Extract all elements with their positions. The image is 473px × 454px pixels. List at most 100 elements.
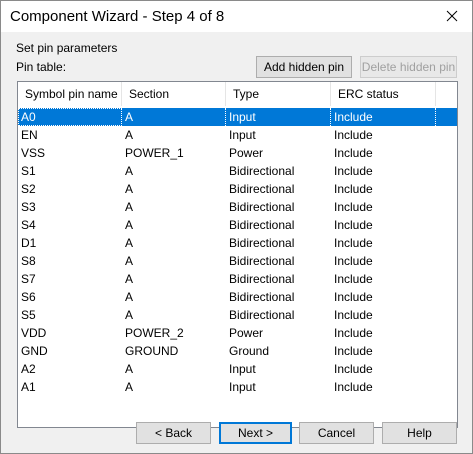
table-row[interactable]: A1 A Input Include <box>18 378 457 396</box>
cell-erc-status[interactable]: Include <box>331 324 436 342</box>
cell-erc-status[interactable]: Include <box>331 288 436 306</box>
table-row[interactable]: VSS POWER_1 Power Include <box>18 144 457 162</box>
table-row[interactable]: S5 A Bidirectional Include <box>18 306 457 324</box>
section-label: Set pin parameters <box>16 41 118 55</box>
cell-section[interactable]: A <box>122 198 226 216</box>
cell-type[interactable]: Input <box>226 126 331 144</box>
cell-erc-status[interactable]: Include <box>331 162 436 180</box>
cell-type[interactable]: Power <box>226 324 331 342</box>
component-wizard-window: Component Wizard - Step 4 of 8 Set pin p… <box>0 0 473 454</box>
cell-section[interactable]: A <box>122 162 226 180</box>
cell-type[interactable]: Bidirectional <box>226 198 331 216</box>
cell-erc-status[interactable]: Include <box>331 108 436 126</box>
delete-hidden-pin-button[interactable]: Delete hidden pin <box>360 56 457 78</box>
cell-erc-status[interactable]: Include <box>331 216 436 234</box>
cell-erc-status[interactable]: Include <box>331 378 436 396</box>
cell-symbol-pin-name[interactable]: VSS <box>18 144 122 162</box>
cell-erc-status[interactable]: Include <box>331 126 436 144</box>
cell-section[interactable]: GROUND <box>122 342 226 360</box>
cell-section[interactable]: POWER_2 <box>122 324 226 342</box>
cell-type[interactable]: Bidirectional <box>226 162 331 180</box>
cell-symbol-pin-name[interactable]: S5 <box>18 306 122 324</box>
cell-type[interactable]: Bidirectional <box>226 306 331 324</box>
table-row[interactable]: D1 A Bidirectional Include <box>18 234 457 252</box>
add-hidden-pin-button[interactable]: Add hidden pin <box>256 56 352 78</box>
back-button[interactable]: < Back <box>136 422 211 444</box>
cell-type[interactable]: Bidirectional <box>226 252 331 270</box>
cell-type[interactable]: Input <box>226 360 331 378</box>
cell-erc-status[interactable]: Include <box>331 144 436 162</box>
cell-section[interactable]: A <box>122 288 226 306</box>
table-row[interactable]: S6 A Bidirectional Include <box>18 288 457 306</box>
cell-erc-status[interactable]: Include <box>331 342 436 360</box>
close-button[interactable] <box>432 1 472 31</box>
column-header-symbol-pin-name[interactable]: Symbol pin name <box>18 82 122 106</box>
help-button[interactable]: Help <box>382 422 457 444</box>
column-header-type[interactable]: Type <box>226 82 331 106</box>
cell-symbol-pin-name[interactable]: S7 <box>18 270 122 288</box>
cell-section[interactable]: A <box>122 306 226 324</box>
cell-type[interactable]: Ground <box>226 342 331 360</box>
cell-symbol-pin-name[interactable]: VDD <box>18 324 122 342</box>
cell-erc-status[interactable]: Include <box>331 270 436 288</box>
cell-type[interactable]: Bidirectional <box>226 270 331 288</box>
table-row[interactable]: VDD POWER_2 Power Include <box>18 324 457 342</box>
table-row[interactable]: GND GROUND Ground Include <box>18 342 457 360</box>
pin-table[interactable]: Symbol pin name Section Type ERC status … <box>17 81 458 428</box>
cell-symbol-pin-name[interactable]: S1 <box>18 162 122 180</box>
cell-symbol-pin-name[interactable]: D1 <box>18 234 122 252</box>
table-row[interactable]: EN A Input Include <box>18 126 457 144</box>
cancel-button[interactable]: Cancel <box>299 422 374 444</box>
cell-symbol-pin-name[interactable]: S6 <box>18 288 122 306</box>
cell-erc-status[interactable]: Include <box>331 306 436 324</box>
cell-erc-status[interactable]: Include <box>331 180 436 198</box>
dialog-body: Set pin parameters Pin table: Add hidden… <box>1 32 472 453</box>
table-body: A0 A Input Include EN A Input Include VSS POWER_1… <box>18 108 457 396</box>
title-bar: Component Wizard - Step 4 of 8 <box>1 1 472 32</box>
cell-section[interactable]: A <box>122 216 226 234</box>
cell-section[interactable]: A <box>122 252 226 270</box>
column-header-erc-status[interactable]: ERC status <box>331 82 436 106</box>
cell-symbol-pin-name[interactable]: A2 <box>18 360 122 378</box>
table-row[interactable]: A0 A Input Include <box>18 108 457 126</box>
cell-erc-status[interactable]: Include <box>331 198 436 216</box>
cell-section[interactable]: A <box>122 234 226 252</box>
cell-type[interactable]: Bidirectional <box>226 180 331 198</box>
cell-symbol-pin-name[interactable]: S2 <box>18 180 122 198</box>
cell-section[interactable]: POWER_1 <box>122 144 226 162</box>
table-row[interactable]: A2 A Input Include <box>18 360 457 378</box>
window-title: Component Wizard - Step 4 of 8 <box>10 8 225 25</box>
cell-type[interactable]: Input <box>226 108 331 126</box>
cell-section[interactable]: A <box>122 270 226 288</box>
cell-section[interactable]: A <box>122 108 226 126</box>
table-row[interactable]: S4 A Bidirectional Include <box>18 216 457 234</box>
cell-section[interactable]: A <box>122 180 226 198</box>
next-button[interactable]: Next > <box>219 422 292 444</box>
cell-symbol-pin-name[interactable]: EN <box>18 126 122 144</box>
cell-symbol-pin-name[interactable]: S3 <box>18 198 122 216</box>
cell-symbol-pin-name[interactable]: S4 <box>18 216 122 234</box>
cell-type[interactable]: Bidirectional <box>226 234 331 252</box>
table-row[interactable]: S8 A Bidirectional Include <box>18 252 457 270</box>
cell-section[interactable]: A <box>122 360 226 378</box>
cell-symbol-pin-name[interactable]: GND <box>18 342 122 360</box>
cell-erc-status[interactable]: Include <box>331 252 436 270</box>
cell-erc-status[interactable]: Include <box>331 234 436 252</box>
cell-type[interactable]: Power <box>226 144 331 162</box>
cell-type[interactable]: Bidirectional <box>226 288 331 306</box>
cell-erc-status[interactable]: Include <box>331 360 436 378</box>
cell-symbol-pin-name[interactable]: A1 <box>18 378 122 396</box>
cell-type[interactable]: Bidirectional <box>226 216 331 234</box>
table-row[interactable]: S3 A Bidirectional Include <box>18 198 457 216</box>
column-header-section[interactable]: Section <box>122 82 226 106</box>
cell-section[interactable]: A <box>122 126 226 144</box>
table-row[interactable]: S2 A Bidirectional Include <box>18 180 457 198</box>
table-header: Symbol pin name Section Type ERC status <box>18 82 457 106</box>
cell-type[interactable]: Input <box>226 378 331 396</box>
cell-symbol-pin-name[interactable]: A0 <box>18 108 122 126</box>
pin-table-label: Pin table: <box>16 60 67 74</box>
cell-symbol-pin-name[interactable]: S8 <box>18 252 122 270</box>
cell-section[interactable]: A <box>122 378 226 396</box>
table-row[interactable]: S7 A Bidirectional Include <box>18 270 457 288</box>
table-row[interactable]: S1 A Bidirectional Include <box>18 162 457 180</box>
